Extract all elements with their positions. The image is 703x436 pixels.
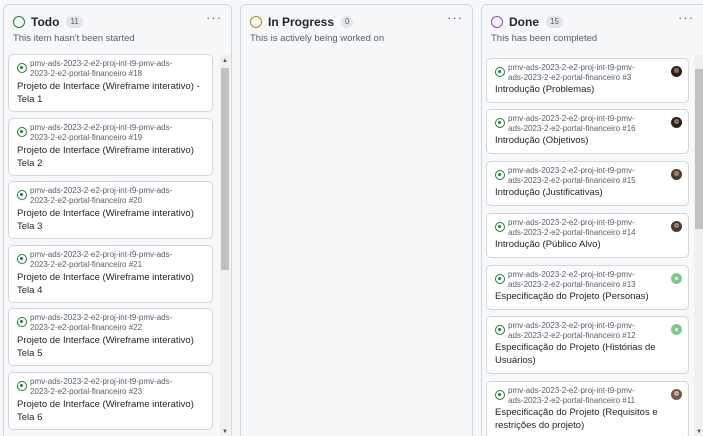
issue-title[interactable]: Especificação do Projeto (Personas) (495, 291, 649, 304)
issue-open-icon (17, 317, 27, 327)
issue-card[interactable]: pmv-ads-2023-2-e2-proj-int-t9-pmv-ads-20… (486, 316, 689, 374)
issue-reference[interactable]: pmv-ads-2023-2-e2-proj-int-t9-pmv-ads-20… (508, 321, 636, 341)
card-list: pmv-ads-2023-2-e2-proj-int-t9-pmv-ads-20… (4, 53, 231, 436)
issue-card[interactable]: pmv-ads-2023-2-e2-proj-int-t9-pmv-ads-20… (486, 58, 689, 103)
issue-card[interactable]: pmv-ads-2023-2-e2-proj-int-t9-pmv-ads-20… (8, 54, 213, 112)
column-description: This has been completed (491, 33, 598, 44)
column-count-badge: 11 (66, 16, 83, 28)
issue-open-icon (495, 222, 505, 232)
column-scrollbar[interactable]: ▼ (694, 55, 703, 436)
more-options-icon[interactable]: ··· (678, 10, 694, 25)
issue-card[interactable]: pmv-ads-2023-2-e2-proj-int-t9-pmv-ads-20… (486, 213, 689, 258)
issue-card[interactable]: pmv-ads-2023-2-e2-proj-int-t9-pmv-ads-20… (8, 308, 213, 366)
issue-card[interactable]: pmv-ads-2023-2-e2-proj-int-t9-pmv-ads-20… (486, 265, 689, 310)
issue-title[interactable]: Especificação do Projeto (Requisitos e re… (495, 407, 658, 432)
issue-open-icon (495, 390, 505, 400)
issue-title[interactable]: Introdução (Público Alvo) (495, 239, 601, 252)
issue-title[interactable]: Especificação do Projeto (Histórias de Us… (495, 342, 656, 367)
column-description: This item hasn't been started (13, 33, 135, 44)
issue-open-icon (495, 325, 505, 335)
column-header: In Progress 0 This is actively being wor… (241, 5, 472, 51)
assignee-avatar[interactable] (671, 66, 682, 77)
board-column-in-progress: In Progress 0 This is actively being wor… (240, 4, 473, 436)
issue-reference[interactable]: pmv-ads-2023-2-e2-proj-int-t9-pmv-ads-20… (508, 114, 636, 134)
issue-reference[interactable]: pmv-ads-2023-2-e2-proj-int-t9-pmv-ads-20… (30, 59, 172, 79)
issue-card[interactable]: pmv-ads-2023-2-e2-proj-int-t9-pmv-ads-20… (8, 245, 213, 303)
column-header: Todo 11 This item hasn't been started ··… (4, 5, 231, 51)
issue-card[interactable]: pmv-ads-2023-2-e2-proj-int-t9-pmv-ads-20… (8, 181, 213, 239)
more-options-icon[interactable]: ··· (447, 10, 463, 25)
assignee-avatar[interactable] (671, 273, 682, 284)
issue-open-icon (17, 63, 27, 73)
issue-reference[interactable]: pmv-ads-2023-2-e2-proj-int-t9-pmv-ads-20… (508, 270, 636, 290)
issue-open-icon (17, 381, 27, 391)
issue-open-icon (17, 254, 27, 264)
assignee-avatar[interactable] (671, 117, 682, 128)
scroll-up-arrow-icon[interactable]: ▲ (222, 57, 228, 65)
board-column-done: Done 15 This has been completed ··· pmv-… (481, 4, 703, 436)
assignee-avatar[interactable] (671, 221, 682, 232)
issue-reference[interactable]: pmv-ads-2023-2-e2-proj-int-t9-pmv-ads-20… (30, 250, 172, 270)
issue-open-icon (495, 67, 505, 77)
issue-reference[interactable]: pmv-ads-2023-2-e2-proj-int-t9-pmv-ads-20… (508, 218, 636, 238)
column-description: This is actively being worked on (250, 33, 385, 44)
assignee-avatar[interactable] (671, 169, 682, 180)
issue-title[interactable]: Projeto de Interface (Wireframe interati… (17, 81, 200, 106)
issue-open-icon (495, 170, 505, 180)
issue-card[interactable]: pmv-ads-2023-2-e2-proj-int-t9-pmv-ads-20… (486, 161, 689, 206)
issue-reference[interactable]: pmv-ads-2023-2-e2-proj-int-t9-pmv-ads-20… (508, 386, 635, 406)
card-list: pmv-ads-2023-2-e2-proj-int-t9-pmv-ads-20… (482, 53, 703, 436)
more-options-icon[interactable]: ··· (206, 10, 222, 25)
board-column-todo: Todo 11 This item hasn't been started ··… (3, 4, 232, 436)
column-scrollbar[interactable]: ▲ ▼ (220, 55, 230, 436)
issue-card[interactable]: pmv-ads-2023-2-e2-proj-int-t9-pmv-ads-20… (8, 118, 213, 176)
status-circle-icon (250, 16, 262, 28)
assignee-avatar[interactable] (671, 324, 682, 335)
issue-card[interactable]: pmv-ads-2023-2-e2-proj-int-t9-pmv-ads-20… (8, 372, 213, 430)
issue-reference[interactable]: pmv-ads-2023-2-e2-proj-int-t9-pmv-ads-20… (508, 166, 636, 186)
column-title: In Progress (268, 15, 335, 29)
card-list (241, 53, 472, 436)
issue-title[interactable]: Projeto de Interface (Wireframe interati… (17, 145, 194, 170)
column-header: Done 15 This has been completed ··· (482, 5, 703, 51)
scroll-down-arrow-icon[interactable]: ▼ (696, 428, 702, 436)
issue-reference[interactable]: pmv-ads-2023-2-e2-proj-int-t9-pmv-ads-20… (30, 186, 172, 206)
issue-reference[interactable]: pmv-ads-2023-2-e2-proj-int-t9-pmv-ads-20… (30, 123, 172, 143)
issue-title[interactable]: Introdução (Objetivos) (495, 135, 588, 148)
issue-open-icon (495, 118, 505, 128)
scroll-down-arrow-icon[interactable]: ▼ (222, 428, 228, 436)
status-circle-icon (491, 16, 503, 28)
issue-title[interactable]: Projeto de Interface (Wireframe interati… (17, 399, 194, 424)
issue-reference[interactable]: pmv-ads-2023-2-e2-proj-int-t9-pmv-ads-20… (30, 377, 172, 397)
issue-open-icon (17, 190, 27, 200)
issue-title[interactable]: Projeto de Interface (Wireframe interati… (17, 208, 194, 233)
status-circle-icon (13, 16, 25, 28)
issue-title[interactable]: Introdução (Problemas) (495, 84, 594, 97)
issue-card[interactable]: pmv-ads-2023-2-e2-proj-int-t9-pmv-ads-20… (486, 109, 689, 154)
column-count-badge: 0 (341, 16, 354, 28)
issue-title[interactable]: Projeto de Interface (Wireframe interati… (17, 272, 194, 297)
issue-reference[interactable]: pmv-ads-2023-2-e2-proj-int-t9-pmv-ads-20… (30, 313, 172, 333)
issue-card[interactable]: pmv-ads-2023-2-e2-proj-int-t9-pmv-ads-20… (486, 381, 689, 436)
scrollbar-thumb[interactable] (221, 68, 229, 270)
column-title: Todo (31, 15, 60, 29)
issue-open-icon (17, 127, 27, 137)
issue-title[interactable]: Introdução (Justificativas) (495, 187, 603, 200)
column-count-badge: 15 (546, 16, 563, 28)
issue-open-icon (495, 274, 505, 284)
issue-title[interactable]: Projeto de Interface (Wireframe interati… (17, 335, 194, 360)
assignee-avatar[interactable] (671, 389, 682, 400)
column-title: Done (509, 15, 539, 29)
scrollbar-thumb[interactable] (695, 69, 703, 229)
issue-reference[interactable]: pmv-ads-2023-2-e2-proj-int-t9-pmv-ads-20… (508, 63, 635, 83)
